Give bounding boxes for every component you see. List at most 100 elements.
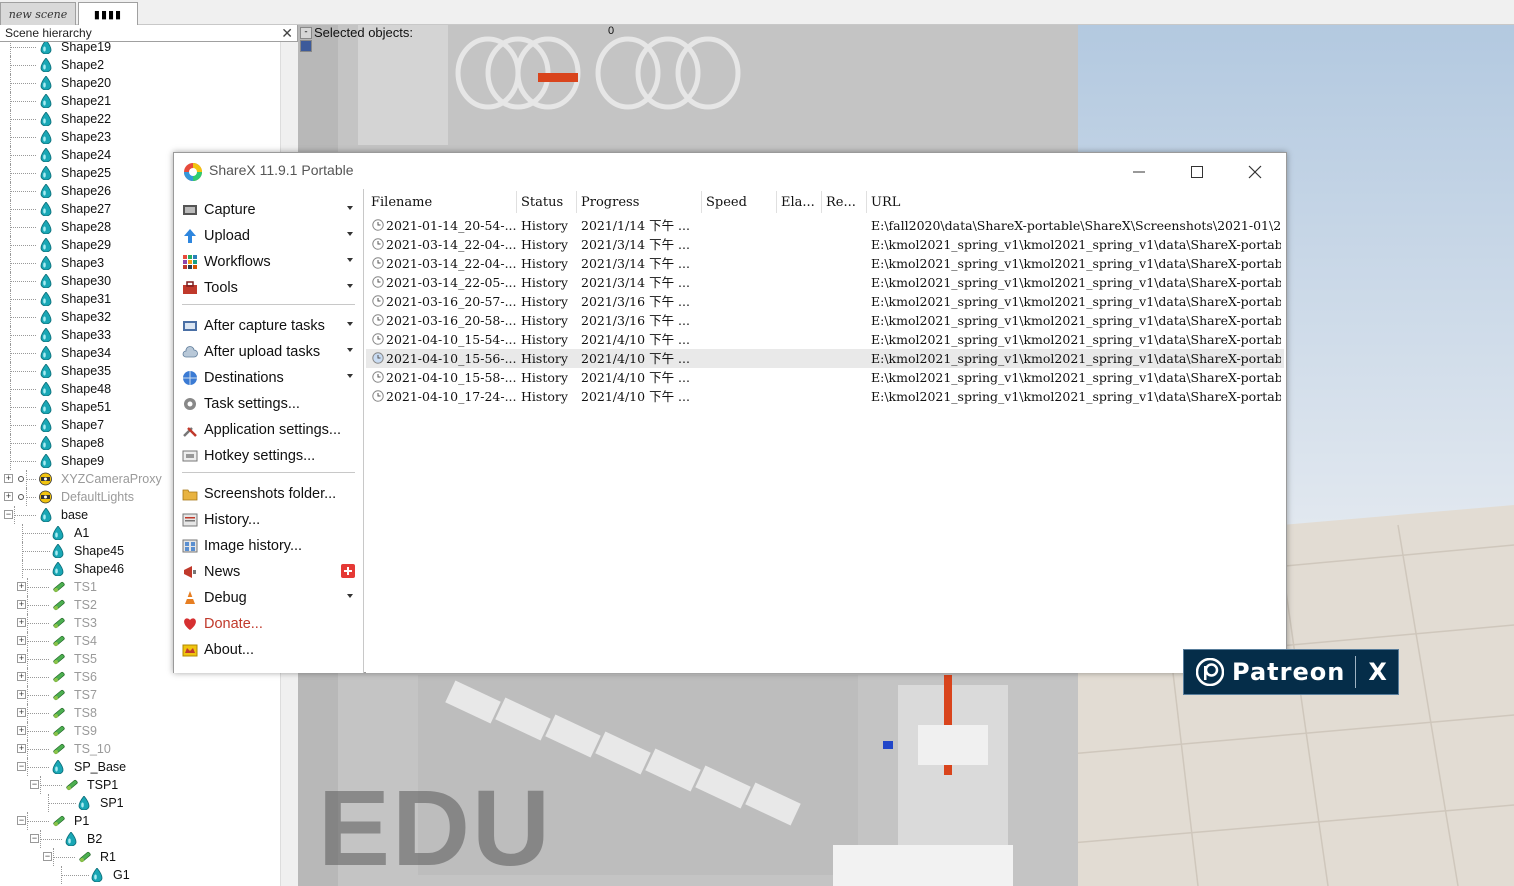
maximize-button[interactable] [1174,159,1220,185]
column-header-status[interactable]: Status [521,193,576,213]
close-icon[interactable]: ✕ [281,25,293,41]
menu-item-destinations[interactable]: Destinations [182,366,357,390]
history-row[interactable]: 2021-04-10_15-58-... History 2021/4/10 下午 … [366,368,1284,387]
tree-item[interactable]: G1 [0,866,290,884]
history-row[interactable]: 2021-04-10_15-56-... History 2021/4/10 下午 … [366,349,1284,368]
expand-toggle-icon[interactable]: + [4,474,13,483]
close-window-button[interactable] [1232,159,1278,185]
collapse-icon[interactable]: - [300,27,312,39]
tree-item[interactable]: Shape21 [0,92,290,110]
visibility-dot-icon[interactable] [18,476,24,482]
column-header-speed[interactable]: Speed [706,193,776,213]
tree-item[interactable]: + TS8 [0,704,290,722]
selection-mode-icon[interactable] [300,40,312,52]
expand-toggle-icon[interactable]: + [17,618,26,627]
column-header-progress[interactable]: Progress [581,193,701,213]
menu-item-about[interactable]: About... [182,638,357,662]
history-row[interactable]: 2021-04-10_15-54-... History 2021/4/10 下午 … [366,330,1284,349]
expand-toggle-icon[interactable]: + [17,654,26,663]
history-row[interactable]: 2021-01-14_20-54-... History 2021/1/14 下午 … [366,216,1284,235]
selection-toggle[interactable]: - [300,27,312,53]
expand-toggle-icon[interactable]: − [17,816,26,825]
column-header-url[interactable]: URL [871,193,1281,213]
menu-item-donate[interactable]: Donate... [182,612,357,636]
task-history-list[interactable]: Patreon X Filename Status Progress Speed Ela… [366,189,1399,695]
history-row[interactable]: 2021-03-14_22-05-... History 2021/3/14 下午 … [366,273,1284,292]
expand-toggle-icon[interactable]: + [17,636,26,645]
tree-item[interactable]: Shape22 [0,110,290,128]
expand-toggle-icon[interactable]: − [4,510,13,519]
history-row[interactable]: 2021-04-10_17-24-... History 2021/4/10 下午 … [366,387,1284,406]
expand-toggle-icon[interactable]: + [17,582,26,591]
menu-item-screenshots-folder[interactable]: Screenshots folder... [182,482,357,506]
minimize-button[interactable] [1116,159,1162,185]
expand-toggle-icon[interactable]: − [43,852,52,861]
tree-item[interactable]: Shape20 [0,74,290,92]
expand-toggle-icon[interactable]: + [17,726,26,735]
expand-toggle-icon[interactable]: + [17,600,26,609]
dropdown-arrow-icon [347,284,353,288]
tree-item[interactable]: + TS_10 [0,740,290,758]
tree-connector [22,551,50,552]
tree-item[interactable]: − R1 [0,848,290,866]
tree-item-label: Shape25 [61,166,112,180]
expand-toggle-icon[interactable]: + [17,744,26,753]
tab-current-scene[interactable]: ▮▮▮▮ [78,2,138,25]
tree-connector [27,614,28,632]
menu-item-tools[interactable]: Tools [182,276,357,300]
visibility-dot-icon[interactable] [18,494,24,500]
history-row[interactable]: 2021-03-14_22-04-... History 2021/3/14 下午 … [366,235,1284,254]
expand-toggle-icon[interactable]: + [17,708,26,717]
clock-icon [372,371,384,383]
expand-toggle-icon[interactable]: − [30,834,39,843]
menu-item-upload[interactable]: Upload [182,224,357,248]
column-header-ela[interactable]: Ela... [781,193,821,213]
menu-item-capture[interactable]: Capture [182,198,357,222]
history-row[interactable]: 2021-03-16_20-57-... History 2021/3/16 下午 … [366,292,1284,311]
menu-item-image-history[interactable]: Image history... [182,534,357,558]
menu-item-history[interactable]: History... [182,508,357,532]
menu-item-workflows[interactable]: Workflows [182,250,357,274]
tree-connector [10,155,36,156]
menu-item-label: News [204,564,241,580]
column-divider[interactable] [776,191,777,213]
tree-item[interactable]: − B2 [0,830,290,848]
history-row[interactable]: 2021-03-14_22-04-... History 2021/3/14 下午 … [366,254,1284,273]
menu-item-application-settings[interactable]: Application settings... [182,418,357,442]
column-divider[interactable] [576,191,577,213]
expand-toggle-icon[interactable]: − [30,780,39,789]
column-divider[interactable] [701,191,702,213]
tree-item[interactable]: − SP_Base [0,758,290,776]
menu-item-task-settings[interactable]: Task settings... [182,392,357,416]
sharex-titlebar[interactable]: ShareX 11.9.1 Portable [174,153,1286,189]
tree-item[interactable]: + TS9 [0,722,290,740]
menu-item-hotkey-settings[interactable]: Hotkey settings... [182,444,357,468]
expand-toggle-icon[interactable]: + [17,672,26,681]
menu-item-after-upload-tasks[interactable]: After upload tasks [182,340,357,364]
tree-connector [10,308,11,326]
column-divider[interactable] [821,191,822,213]
expand-toggle-icon[interactable]: + [4,492,13,501]
history-row[interactable]: 2021-03-16_20-58-... History 2021/3/16 下午 … [366,311,1284,330]
patreon-banner[interactable]: Patreon X [1183,649,1399,695]
tree-item[interactable]: + TS7 [0,686,290,704]
tab-new-scene[interactable]: new scene [0,2,76,25]
expand-toggle-icon[interactable]: + [17,690,26,699]
tree-connector [10,83,36,84]
menu-item-news[interactable]: News [182,560,357,584]
menu-item-after-capture-tasks[interactable]: After capture tasks [182,314,357,338]
column-header-re[interactable]: Re... [826,193,866,213]
tree-item[interactable]: − P1 [0,812,290,830]
joint-icon [52,688,65,702]
column-divider[interactable] [516,191,517,213]
column-header-filename[interactable]: Filename [371,193,516,213]
tree-item[interactable]: Shape2 [0,56,290,74]
tree-item[interactable]: − TSP1 [0,776,290,794]
expand-toggle-icon[interactable]: − [17,762,26,771]
column-divider[interactable] [866,191,867,213]
tree-item[interactable]: SP1 [0,794,290,812]
menu-item-debug[interactable]: Debug [182,586,357,610]
tree-item[interactable]: Shape23 [0,128,290,146]
patreon-close-label[interactable]: X [1368,658,1387,686]
tree-connector [10,182,11,200]
